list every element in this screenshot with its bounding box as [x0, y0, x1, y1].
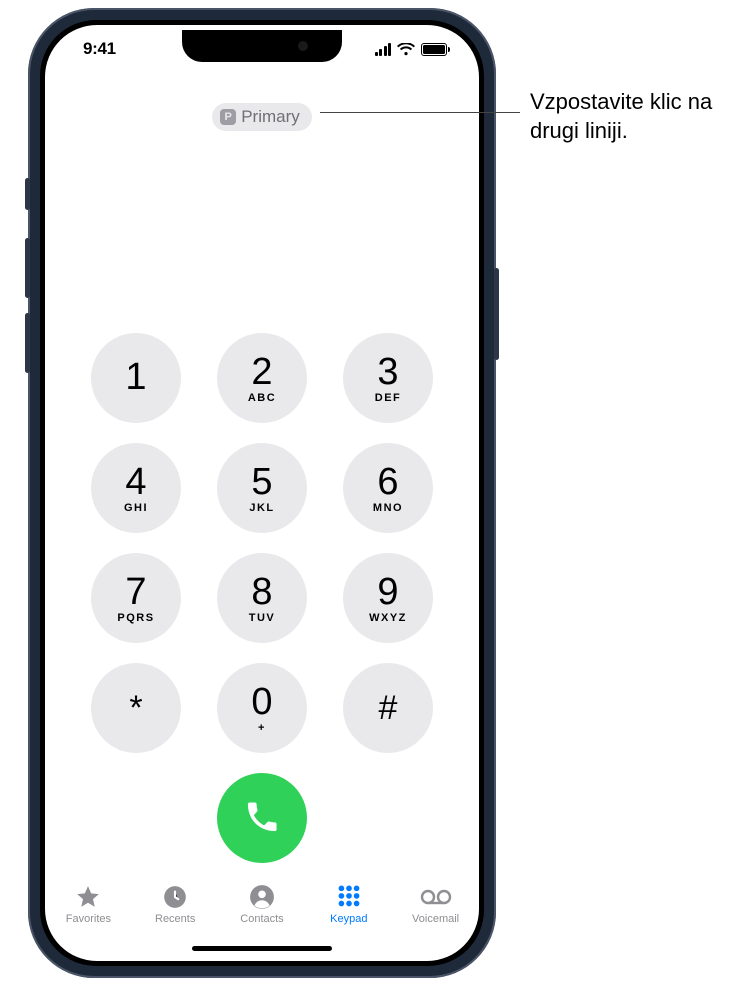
notch	[182, 30, 342, 62]
status-indicators	[375, 43, 448, 56]
iphone-frame: 9:41 P Primary 1 2ABC 3DEF 4GH	[28, 8, 496, 978]
tab-label: Recents	[155, 913, 195, 925]
tab-label: Favorites	[66, 913, 111, 925]
keypad-key-9[interactable]: 9WXYZ	[343, 553, 433, 643]
keypad-key-star[interactable]: *	[91, 663, 181, 753]
cellular-signal-icon	[375, 43, 392, 56]
tab-recents[interactable]: Recents	[134, 884, 216, 925]
wifi-icon	[397, 43, 415, 56]
keypad-key-3[interactable]: 3DEF	[343, 333, 433, 423]
keypad-key-5[interactable]: 5JKL	[217, 443, 307, 533]
keypad-key-7[interactable]: 7PQRS	[91, 553, 181, 643]
line-badge-icon: P	[220, 109, 236, 125]
phone-icon	[244, 799, 280, 838]
call-button[interactable]	[217, 773, 307, 863]
clock-icon	[162, 884, 188, 910]
battery-icon	[421, 43, 447, 56]
screen: 9:41 P Primary 1 2ABC 3DEF 4GH	[45, 25, 479, 961]
power-button-frame	[494, 268, 499, 360]
mute-switch	[25, 178, 30, 210]
tab-keypad[interactable]: Keypad	[308, 884, 390, 925]
tab-label: Voicemail	[412, 913, 459, 925]
primary-line-selector[interactable]: P Primary	[212, 103, 312, 131]
keypad-key-hash[interactable]: #	[343, 663, 433, 753]
keypad-key-1[interactable]: 1	[91, 333, 181, 423]
voicemail-icon	[420, 884, 452, 910]
keypad-key-0[interactable]: 0+	[217, 663, 307, 753]
line-label: Primary	[241, 107, 300, 127]
tab-label: Keypad	[330, 913, 367, 925]
status-time: 9:41	[83, 39, 116, 59]
volume-up-button-frame	[25, 238, 30, 298]
callout-text: Vzpostavite klic na drugi liniji.	[530, 88, 730, 145]
tab-favorites[interactable]: Favorites	[47, 884, 129, 925]
person-circle-icon	[249, 884, 275, 910]
tab-contacts[interactable]: Contacts	[221, 884, 303, 925]
tab-label: Contacts	[240, 913, 283, 925]
keypad-key-8[interactable]: 8TUV	[217, 553, 307, 643]
keypad-icon	[336, 884, 362, 910]
keypad-grid: 1 2ABC 3DEF 4GHI 5JKL 6MNO 7PQRS 8TUV 9W…	[91, 333, 433, 753]
star-icon	[74, 884, 102, 910]
keypad-key-6[interactable]: 6MNO	[343, 443, 433, 533]
keypad-key-2[interactable]: 2ABC	[217, 333, 307, 423]
tab-voicemail[interactable]: Voicemail	[395, 884, 477, 925]
keypad-key-4[interactable]: 4GHI	[91, 443, 181, 533]
volume-down-button-frame	[25, 313, 30, 373]
home-indicator[interactable]	[192, 946, 332, 951]
keypad-area: 1 2ABC 3DEF 4GHI 5JKL 6MNO 7PQRS 8TUV 9W…	[45, 131, 479, 877]
